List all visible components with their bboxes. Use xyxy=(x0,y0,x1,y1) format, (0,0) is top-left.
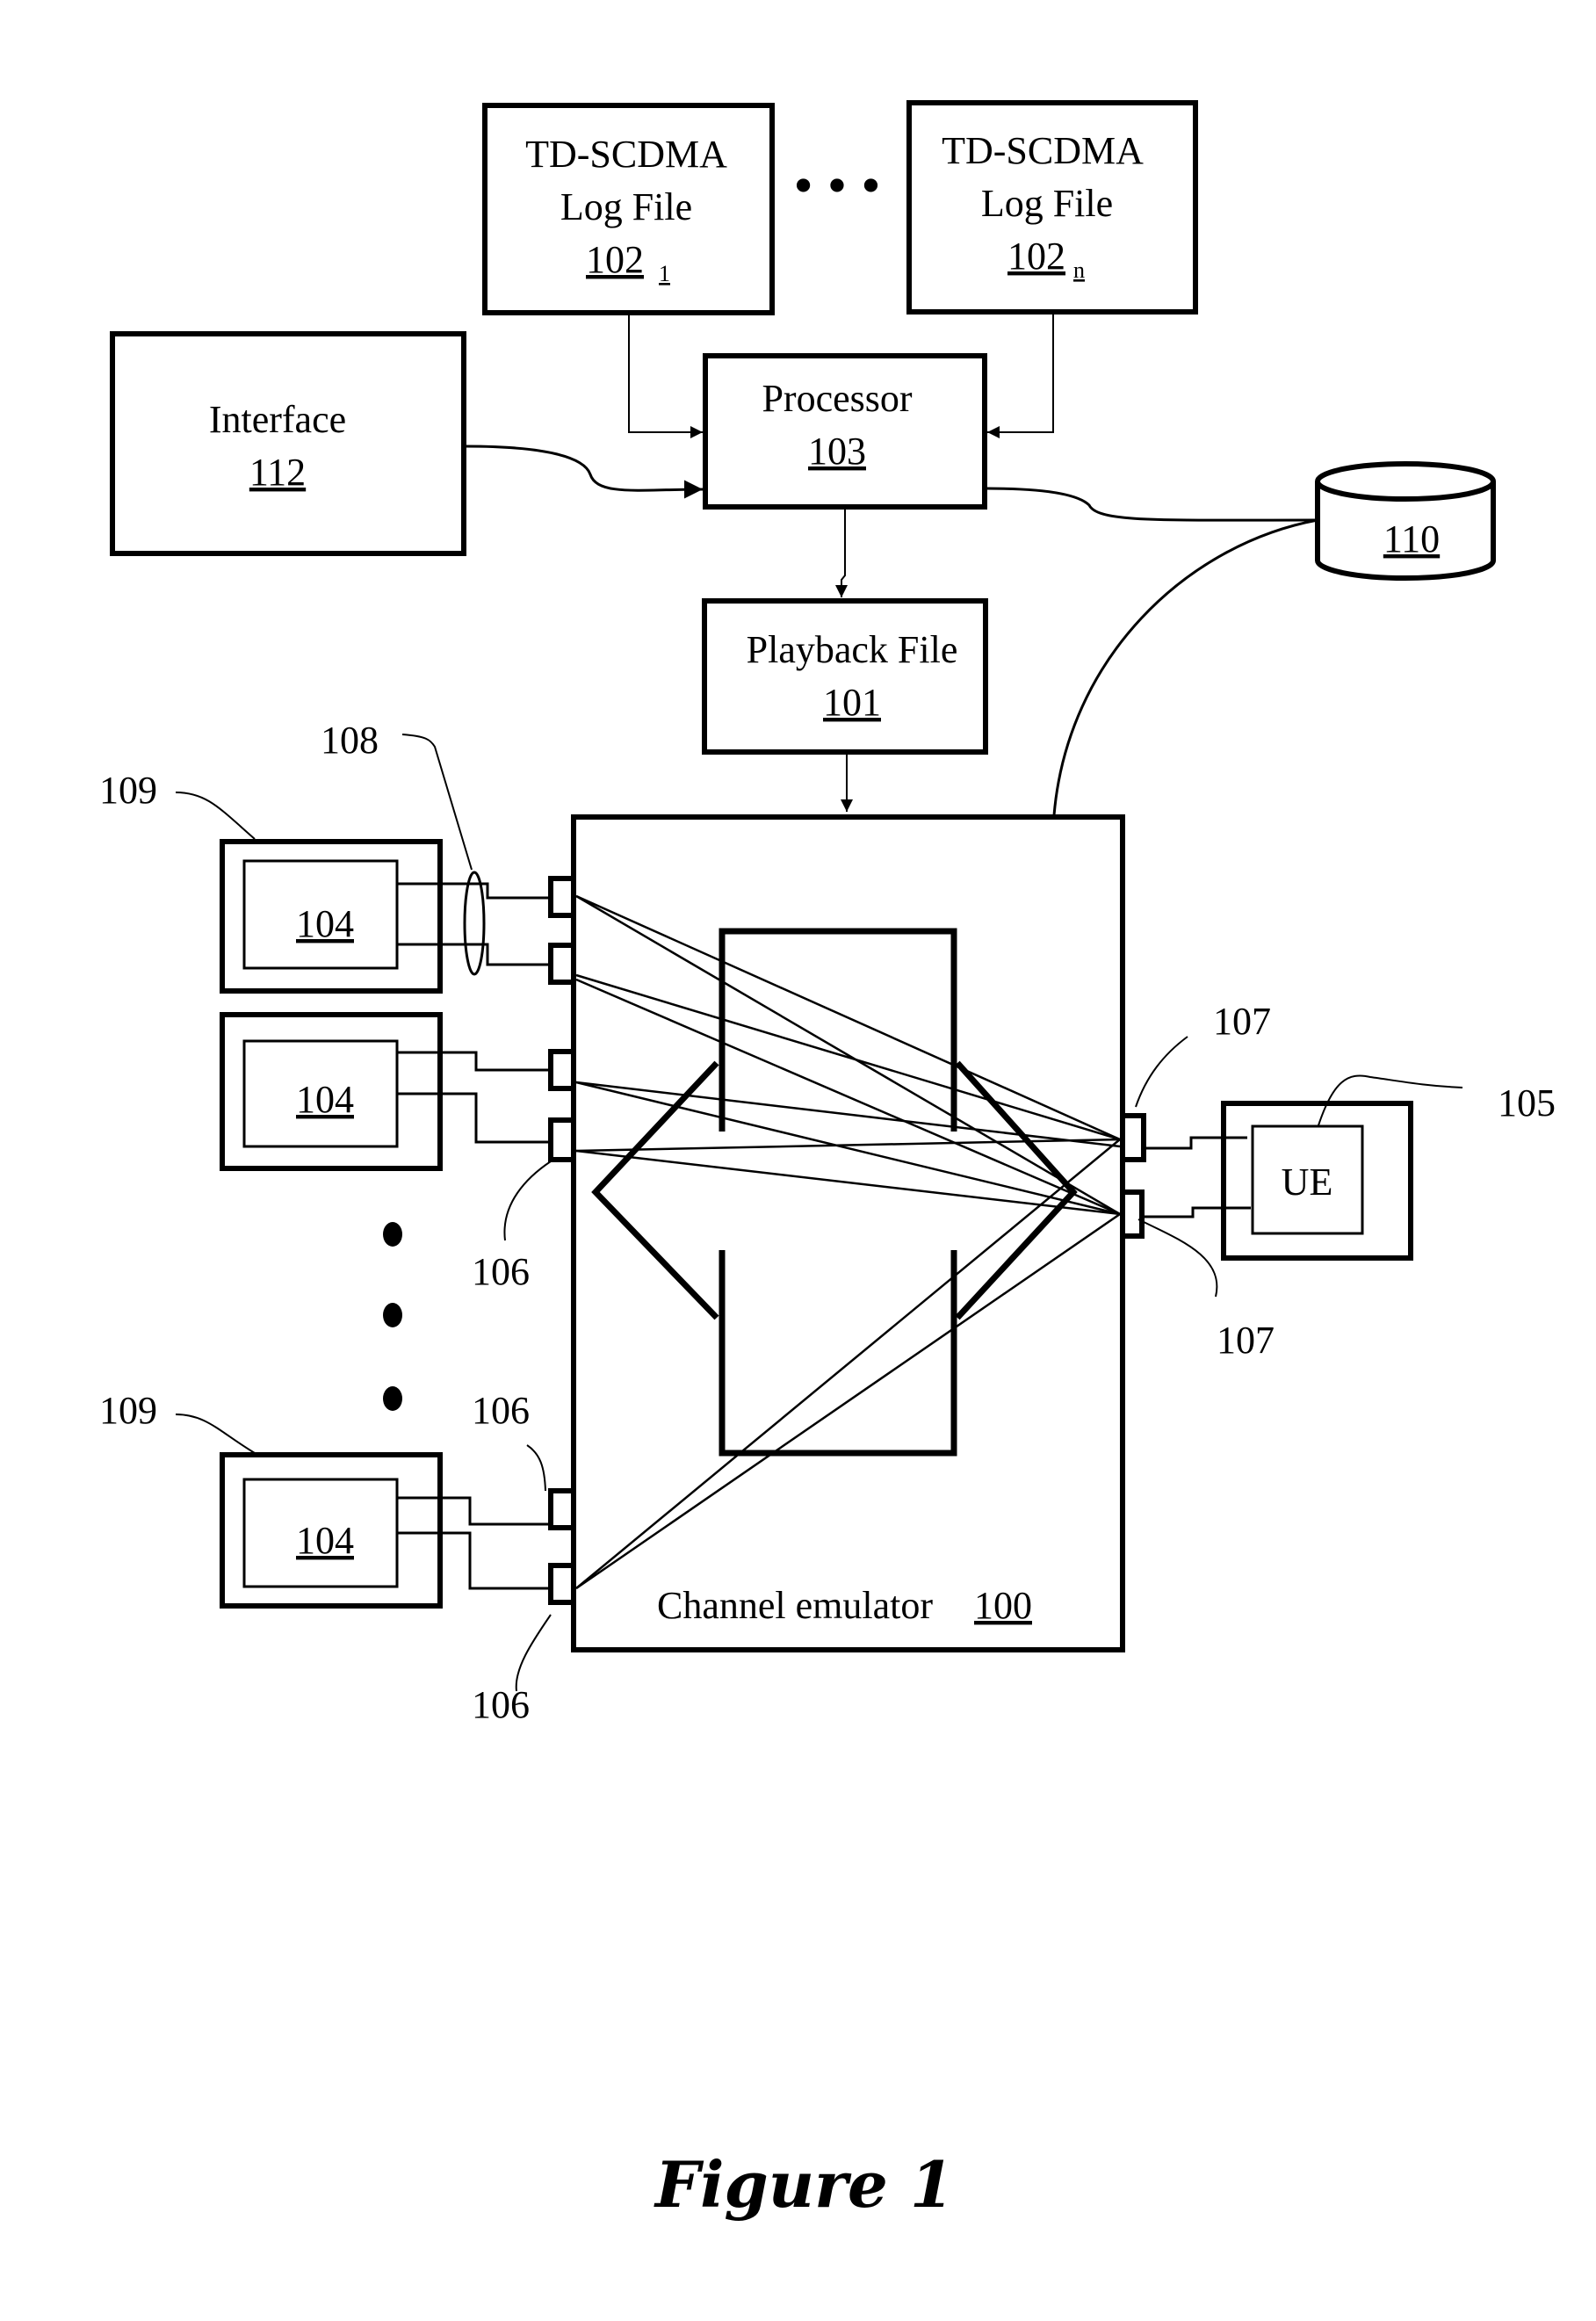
ref-109-bottom: 109 xyxy=(99,1389,157,1432)
playback-label: Playback File xyxy=(747,628,958,671)
ref-107-bottom: 107 xyxy=(1217,1319,1275,1362)
interface-ref: 112 xyxy=(249,451,306,494)
ref-105: 105 xyxy=(1498,1081,1556,1124)
processor-label: Processor xyxy=(762,377,912,420)
log-file-1-line1: TD-SCDMA xyxy=(525,133,727,176)
log-file-1-sub: 1 xyxy=(659,261,670,286)
figure-caption: Figure 1 xyxy=(654,2147,954,2222)
processor-to-database-line xyxy=(986,487,1318,522)
processor-ref: 103 xyxy=(808,430,866,473)
processor-to-playback-arrow xyxy=(835,510,848,597)
logn-to-processor-arrow xyxy=(987,313,1054,438)
ue-label: UE xyxy=(1282,1160,1333,1204)
log-file-n-sub: n xyxy=(1073,257,1085,283)
ref-107-top: 107 xyxy=(1213,1000,1271,1043)
ref-106-mid: 106 xyxy=(472,1250,530,1293)
channel-emulator-block: Channel emulator 100 xyxy=(571,814,1125,1652)
device-2-ref: 104 xyxy=(296,1078,354,1121)
interface-label: Interface xyxy=(209,398,346,441)
bundle-108-ellipse xyxy=(463,871,486,976)
ue-device-105: UE xyxy=(1221,1101,1413,1261)
log-file-1-ref: 102 xyxy=(586,238,644,281)
log-file-n-block: TD-SCDMA Log File 102 n xyxy=(906,100,1198,315)
ue-port-wires xyxy=(1144,1136,1251,1218)
interface-block: Interface 112 xyxy=(110,331,466,556)
database-to-emulator-line xyxy=(1052,518,1318,816)
log1-to-processor-arrow xyxy=(628,313,703,438)
emulator-label: Channel emulator xyxy=(657,1584,933,1627)
reference-labels: 108 109 109 106 106 106 107 107 105 xyxy=(99,719,1556,1726)
log-file-n-ref: 102 xyxy=(1007,235,1065,278)
playback-ref: 101 xyxy=(823,681,881,724)
log-file-ellipsis: • • • xyxy=(793,154,880,216)
device-ellipsis-dots xyxy=(383,1222,402,1411)
ref-109-top: 109 xyxy=(99,769,157,812)
device-109-2: 104 xyxy=(220,1012,443,1171)
database-ref: 110 xyxy=(1383,517,1440,560)
playback-file-block: Playback File 101 xyxy=(702,598,988,755)
ref-108: 108 xyxy=(321,719,379,762)
log-file-1-line2: Log File xyxy=(560,185,692,228)
channel-paths xyxy=(575,894,1121,1590)
device-3-ref: 104 xyxy=(296,1519,354,1562)
right-ports xyxy=(1120,1113,1146,1239)
ref-106-lower: 106 xyxy=(472,1683,530,1726)
device-109-3: 104 xyxy=(220,1452,443,1609)
emulator-ref: 100 xyxy=(974,1584,1032,1627)
log-file-n-line1: TD-SCDMA xyxy=(942,129,1144,172)
device-109-1: 104 xyxy=(220,839,443,994)
log-file-1-block: TD-SCDMA Log File 102 1 xyxy=(482,103,775,315)
ref-106-upper: 106 xyxy=(472,1389,530,1432)
left-ports xyxy=(548,876,576,1605)
patent-figure: TD-SCDMA Log File 102 1 • • • TD-SCDMA L… xyxy=(99,100,1556,2222)
log-file-n-line2: Log File xyxy=(981,182,1113,225)
processor-block: Processor 103 xyxy=(703,353,987,510)
database-cylinder: 110 xyxy=(1315,461,1496,581)
device-1-ref: 104 xyxy=(296,902,354,945)
interface-to-processor-arrow xyxy=(465,445,704,499)
